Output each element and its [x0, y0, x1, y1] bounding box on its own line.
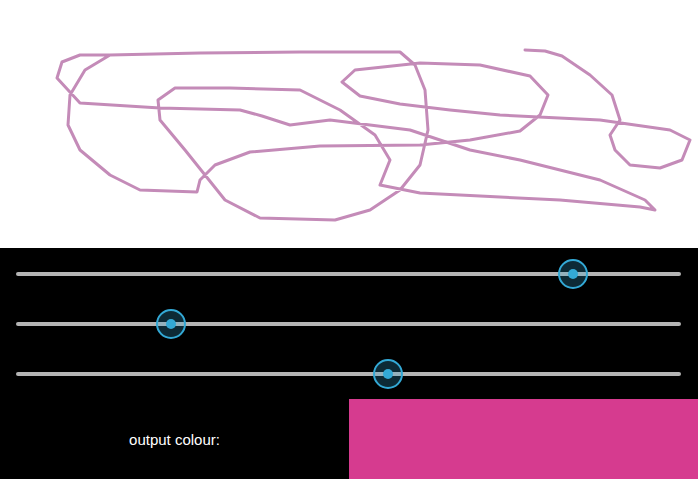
slider-row — [0, 249, 698, 299]
slider-row — [0, 299, 698, 349]
output-label: output colour: — [0, 399, 349, 479]
slider-track[interactable] — [16, 272, 681, 276]
thumb-dot-icon — [383, 369, 393, 379]
scribble-drawing — [0, 0, 698, 248]
thumb-dot-icon — [166, 319, 176, 329]
control-panel: output colour: — [0, 248, 698, 479]
slider-row — [0, 349, 698, 399]
thumb-dot-icon — [568, 269, 578, 279]
slider-thumb[interactable] — [558, 259, 588, 289]
app: output colour: — [0, 0, 698, 479]
slider-thumb[interactable] — [373, 359, 403, 389]
slider-thumb[interactable] — [156, 309, 186, 339]
output-row: output colour: — [0, 399, 698, 479]
slider-track[interactable] — [16, 372, 681, 376]
drawing-canvas[interactable] — [0, 0, 698, 248]
output-swatch — [349, 399, 698, 479]
slider-track[interactable] — [16, 322, 681, 326]
